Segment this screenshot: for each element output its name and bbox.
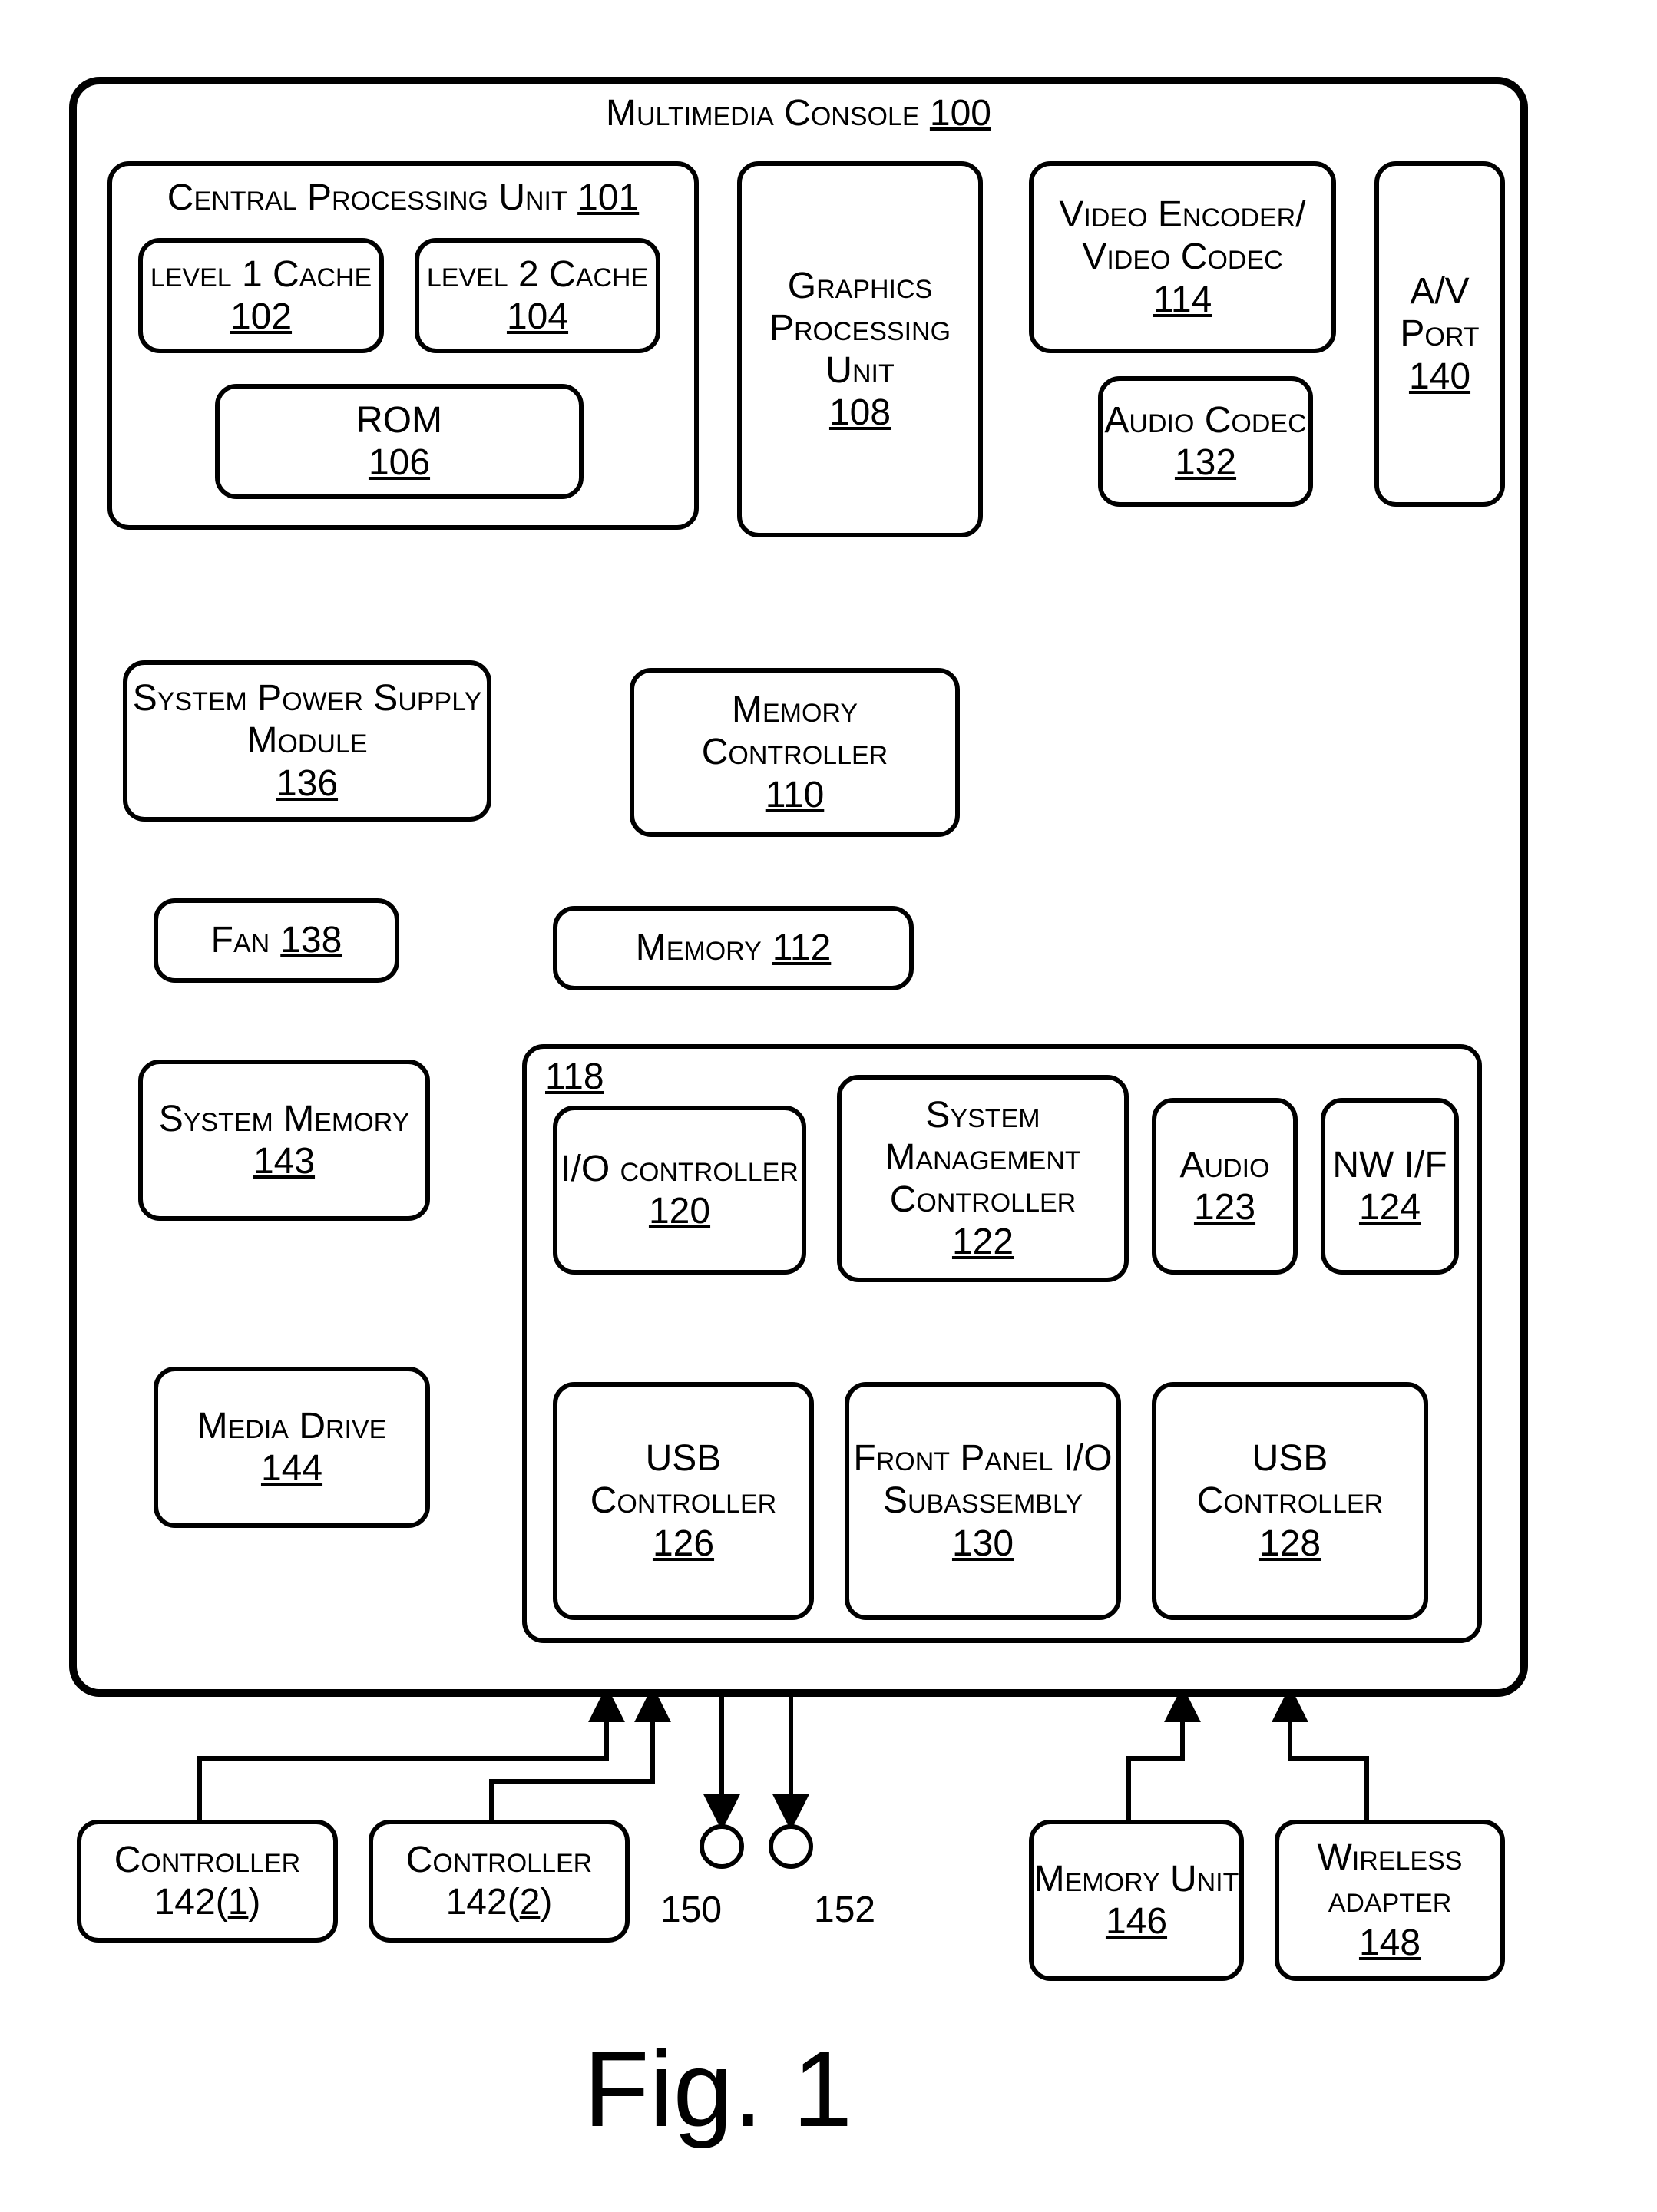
memory-unit-block: Memory Unit 146 (1029, 1820, 1244, 1981)
sysmem-name: System Memory (159, 1098, 410, 1140)
usb1-name: USB Controller (557, 1437, 809, 1522)
rom-ref: 106 (369, 441, 430, 484)
memctl-name: Memory Controller (634, 689, 955, 773)
btn150-label: 150 (660, 1889, 722, 1931)
frontp-name: Front Panel I/O Subassembly (849, 1437, 1116, 1522)
acodec-name: Audio Codec (1104, 399, 1306, 441)
memory-block: Memory 112 (553, 906, 914, 990)
diagram-canvas: Multimedia Console 100 Central Processin… (0, 0, 1657, 2212)
memory-ref: 112 (772, 927, 832, 969)
cpu-name: Central Processing Unit (167, 177, 567, 218)
memunit-ref: 146 (1106, 1900, 1167, 1943)
usb-controller-1-block: USB Controller 126 (553, 1382, 814, 1620)
l2-ref: 104 (507, 296, 568, 338)
console-ref: 100 (930, 93, 991, 134)
ctrl1-ref: 142(1) (154, 1881, 261, 1923)
ioctl-name: I/O controller (561, 1148, 799, 1190)
io-hub-ref: 118 (545, 1056, 604, 1097)
av-port-block: A/V Port 140 (1374, 161, 1505, 507)
avport-name: A/V Port (1379, 270, 1500, 355)
frontp-ref: 130 (952, 1523, 1014, 1565)
io-hub-ref-label: 118 (545, 1056, 604, 1098)
venc-name: Video Encoder/ Video Codec (1034, 193, 1331, 278)
cpu-ref: 101 (577, 177, 639, 218)
ctrl1-name: Controller (114, 1839, 300, 1881)
psu-name: System Power Supply Module (127, 677, 487, 762)
memory-controller-block: Memory Controller 110 (630, 668, 960, 837)
fan-ref: 138 (280, 919, 342, 961)
video-encoder-block: Video Encoder/ Video Codec 114 (1029, 161, 1336, 353)
wadapt-ref: 148 (1359, 1922, 1421, 1964)
wireless-adapter-block: Wireless adapter 148 (1275, 1820, 1505, 1981)
gpu-name: Graphics Processing Unit (742, 265, 978, 392)
sysmem-ref: 143 (253, 1140, 315, 1182)
rom-name: ROM (356, 399, 442, 441)
controller-2-block: Controller 142(2) (369, 1820, 630, 1943)
smc-ref: 122 (952, 1221, 1014, 1263)
l2-name: level 2 Cache (427, 253, 648, 296)
ctrl2-ref: 142(2) (446, 1881, 553, 1923)
btn150-ref: 150 (660, 1890, 722, 1930)
ctrl2-name: Controller (406, 1839, 592, 1881)
media-drive-block: Media Drive 144 (154, 1367, 430, 1528)
l1-ref: 102 (230, 296, 292, 338)
venc-ref: 114 (1153, 279, 1212, 321)
figure-label: Fig. 1 (584, 2027, 852, 2151)
console-name: Multimedia Console (606, 93, 920, 134)
audio-codec-block: Audio Codec 132 (1098, 376, 1313, 507)
audio-name: Audio (1179, 1144, 1269, 1186)
mdrive-ref: 144 (261, 1447, 322, 1490)
cpu-title: Central Processing Unit 101 (107, 177, 699, 219)
btn152-ref: 152 (814, 1890, 875, 1930)
nwif-ref: 124 (1359, 1186, 1421, 1228)
usb1-ref: 126 (653, 1523, 714, 1565)
smc-block: System Management Controller 122 (837, 1075, 1129, 1282)
smc-name: System Management Controller (842, 1094, 1124, 1222)
front-panel-block: Front Panel I/O Subassembly 130 (845, 1382, 1121, 1620)
wadapt-name: Wireless adapter (1279, 1837, 1500, 1921)
memctl-ref: 110 (766, 774, 825, 816)
gpu-ref: 108 (829, 392, 891, 434)
figure-text: Fig. 1 (584, 2028, 852, 2149)
memory-name: Memory (636, 927, 762, 969)
fan-name: Fan (211, 919, 270, 961)
gpu-block: Graphics Processing Unit 108 (737, 161, 983, 537)
rom-block: ROM 106 (215, 384, 584, 499)
system-memory-block: System Memory 143 (138, 1060, 430, 1221)
l1-name: level 1 Cache (150, 253, 372, 296)
psu-ref: 136 (276, 762, 338, 805)
memunit-name: Memory Unit (1034, 1858, 1239, 1900)
usb2-name: USB Controller (1156, 1437, 1424, 1522)
fan-block: Fan 138 (154, 898, 399, 983)
avport-ref: 140 (1409, 355, 1470, 398)
audio-ref: 123 (1194, 1186, 1255, 1228)
l1-cache-block: level 1 Cache 102 (138, 238, 384, 353)
usb-controller-2-block: USB Controller 128 (1152, 1382, 1428, 1620)
ioctl-ref: 120 (649, 1190, 710, 1232)
l2-cache-block: level 2 Cache 104 (415, 238, 660, 353)
nwif-name: NW I/F (1332, 1144, 1447, 1186)
btn152-label: 152 (814, 1889, 875, 1931)
mdrive-name: Media Drive (197, 1405, 387, 1447)
usb2-ref: 128 (1259, 1523, 1321, 1565)
nwif-block: NW I/F 124 (1321, 1098, 1459, 1275)
io-controller-block: I/O controller 120 (553, 1106, 806, 1275)
acodec-ref: 132 (1175, 441, 1236, 484)
psu-block: System Power Supply Module 136 (123, 660, 491, 822)
console-title: Multimedia Console 100 (69, 92, 1528, 134)
audio-block: Audio 123 (1152, 1098, 1298, 1275)
controller-1-block: Controller 142(1) (77, 1820, 338, 1943)
